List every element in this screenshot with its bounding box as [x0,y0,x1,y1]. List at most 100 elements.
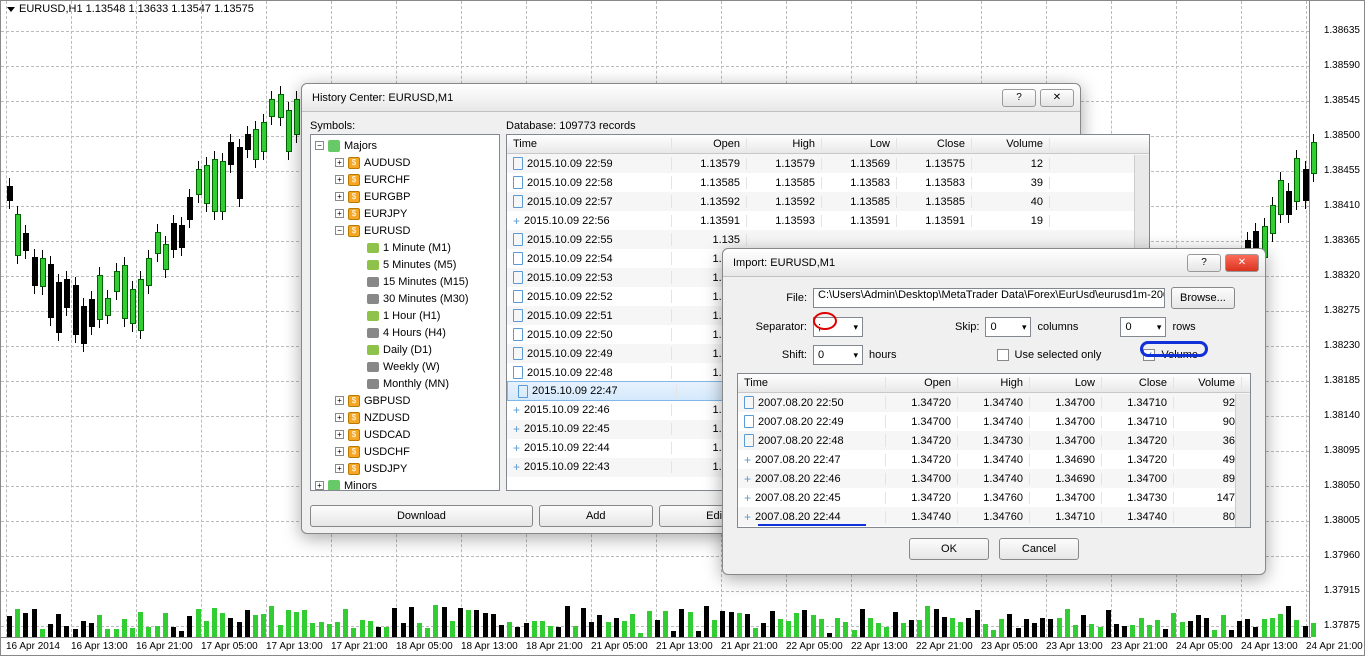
price-tick: 1.38005 [1324,515,1360,526]
download-button[interactable]: Download [310,505,533,527]
tree-m1[interactable]: 1 Minute (M1) [311,239,499,256]
time-tick: 24 Apr 13:00 [1241,641,1298,652]
file-input[interactable]: C:\Users\Admin\Desktop\MetaTrader Data\F… [813,288,1165,308]
separator-select[interactable]: ; [813,317,863,337]
import-data-grid[interactable]: Time Open High Low Close Volume 2007.08.… [737,373,1251,528]
import-titlebar[interactable]: Import: EURUSD,M1 ? ✕ [723,249,1265,277]
tree-usdchf[interactable]: +$USDCHF [311,443,499,460]
grid-header[interactable]: Time Open High Low Close Volume [507,135,1149,154]
tree-h4[interactable]: 4 Hours (H4) [311,324,499,341]
table-row[interactable]: 2007.08.20 22:491.347001.347401.347001.3… [738,412,1250,431]
bar-icon: + [513,442,520,454]
database-icon [367,379,379,389]
tree-eurusd[interactable]: −$EURUSD [311,222,499,239]
time-tick: 23 Apr 21:00 [1111,641,1168,652]
bar-icon [513,157,523,170]
import-scrollbar[interactable] [1235,394,1250,527]
cancel-button[interactable]: Cancel [999,538,1079,560]
price-tick: 1.38635 [1324,25,1360,36]
tree-m5[interactable]: 5 Minutes (M5) [311,256,499,273]
time-tick: 24 Apr 21:00 [1306,641,1363,652]
tree-majors[interactable]: −Majors [311,137,499,154]
import-grid-header[interactable]: Time Open High Low Close Volume [738,374,1250,393]
bar-icon [513,252,523,265]
database-icon [367,277,379,287]
use-selected-checkbox[interactable] [997,349,1009,361]
tree-w[interactable]: Weekly (W) [311,358,499,375]
tree-eurgbp[interactable]: +$EURGBP [311,188,499,205]
chart-title-bar: EURUSD,H1 1.13548 1.13633 1.13547 1.1357… [7,3,254,15]
price-tick: 1.38320 [1324,270,1360,281]
tree-minors[interactable]: +Minors [311,477,499,491]
col-low[interactable]: Low [822,138,897,150]
tree-m30[interactable]: 30 Minutes (M30) [311,290,499,307]
tree-m15[interactable]: 15 Minutes (M15) [311,273,499,290]
columns-label: columns [1037,321,1078,333]
browse-button[interactable]: Browse... [1171,287,1235,309]
time-tick: 18 Apr 13:00 [461,641,518,652]
price-tick: 1.38545 [1324,95,1360,106]
tree-gbpusd[interactable]: +$GBPUSD [311,392,499,409]
table-row[interactable]: +2007.08.20 22:451.347201.347601.347001.… [738,488,1250,507]
time-tick: 21 Apr 21:00 [721,641,778,652]
col-high[interactable]: High [958,377,1030,389]
close-button[interactable]: ✕ [1040,89,1074,107]
bar-icon [513,195,523,208]
col-low[interactable]: Low [1030,377,1102,389]
table-row[interactable]: +2007.08.20 22:461.347001.347401.346901.… [738,469,1250,488]
col-open[interactable]: Open [672,138,747,150]
currency-icon: $ [348,412,360,424]
bar-icon: + [744,473,751,485]
import-title: Import: EURUSD,M1 [729,257,1183,269]
table-row[interactable]: 2015.10.09 22:571.135921.135921.135851.1… [507,192,1149,211]
add-button[interactable]: Add [539,505,653,527]
tree-mn[interactable]: Monthly (MN) [311,375,499,392]
tree-audusd[interactable]: +$AUDUSD [311,154,499,171]
col-high[interactable]: High [747,138,822,150]
help-button[interactable]: ? [1187,254,1221,272]
table-row[interactable]: 2015.10.09 22:551.135 [507,230,1149,249]
table-row[interactable]: +2015.10.09 22:561.135911.135931.135911.… [507,211,1149,230]
close-button[interactable]: ✕ [1225,254,1259,272]
col-close[interactable]: Close [1102,377,1174,389]
table-row[interactable]: 2015.10.09 22:581.135851.135851.135831.1… [507,173,1149,192]
import-window[interactable]: Import: EURUSD,M1 ? ✕ File: C:\Users\Adm… [722,248,1266,575]
bar-icon: + [744,454,751,466]
skip-columns-select[interactable]: 0 [985,317,1031,337]
col-close[interactable]: Close [897,138,972,150]
col-time[interactable]: Time [738,377,886,389]
tree-h1[interactable]: 1 Hour (H1) [311,307,499,324]
chart-menu-triangle-icon[interactable] [7,7,15,12]
symbols-tree[interactable]: −Majors +$AUDUSD +$EURCHF +$EURGBP +$EUR… [310,134,500,491]
help-button[interactable]: ? [1002,89,1036,107]
ok-button[interactable]: OK [909,538,989,560]
shift-select[interactable]: 0 [813,345,863,365]
tree-usdcad[interactable]: +$USDCAD [311,426,499,443]
currency-icon: $ [348,429,360,441]
table-row[interactable]: 2007.08.20 22:501.347201.347401.347001.3… [738,393,1250,412]
folder-icon [328,140,340,152]
currency-icon: $ [348,191,360,203]
col-open[interactable]: Open [886,377,958,389]
table-row[interactable]: +2007.08.20 22:471.347201.347401.346901.… [738,450,1250,469]
col-time[interactable]: Time [507,138,672,150]
volume-checkbox[interactable] [1143,349,1155,361]
price-tick: 1.37915 [1324,585,1360,596]
tree-usdjpy[interactable]: +$USDJPY [311,460,499,477]
tree-eurchf[interactable]: +$EURCHF [311,171,499,188]
price-tick: 1.38365 [1324,235,1360,246]
folder-icon [328,480,340,492]
time-tick: 18 Apr 21:00 [526,641,583,652]
tree-nzdusd[interactable]: +$NZDUSD [311,409,499,426]
col-volume[interactable]: Volume [1174,377,1242,389]
col-volume[interactable]: Volume [972,138,1050,150]
tree-eurjpy[interactable]: +$EURJPY [311,205,499,222]
bar-icon [513,290,523,303]
table-row[interactable]: 2015.10.09 22:591.135791.135791.135691.1… [507,154,1149,173]
history-center-titlebar[interactable]: History Center: EURUSD,M1 ? ✕ [302,84,1080,112]
bar-icon: + [513,215,520,227]
time-tick: 24 Apr 05:00 [1176,641,1233,652]
tree-d1[interactable]: Daily (D1) [311,341,499,358]
table-row[interactable]: 2007.08.20 22:481.347201.347301.347001.3… [738,431,1250,450]
skip-rows-select[interactable]: 0 [1120,317,1166,337]
